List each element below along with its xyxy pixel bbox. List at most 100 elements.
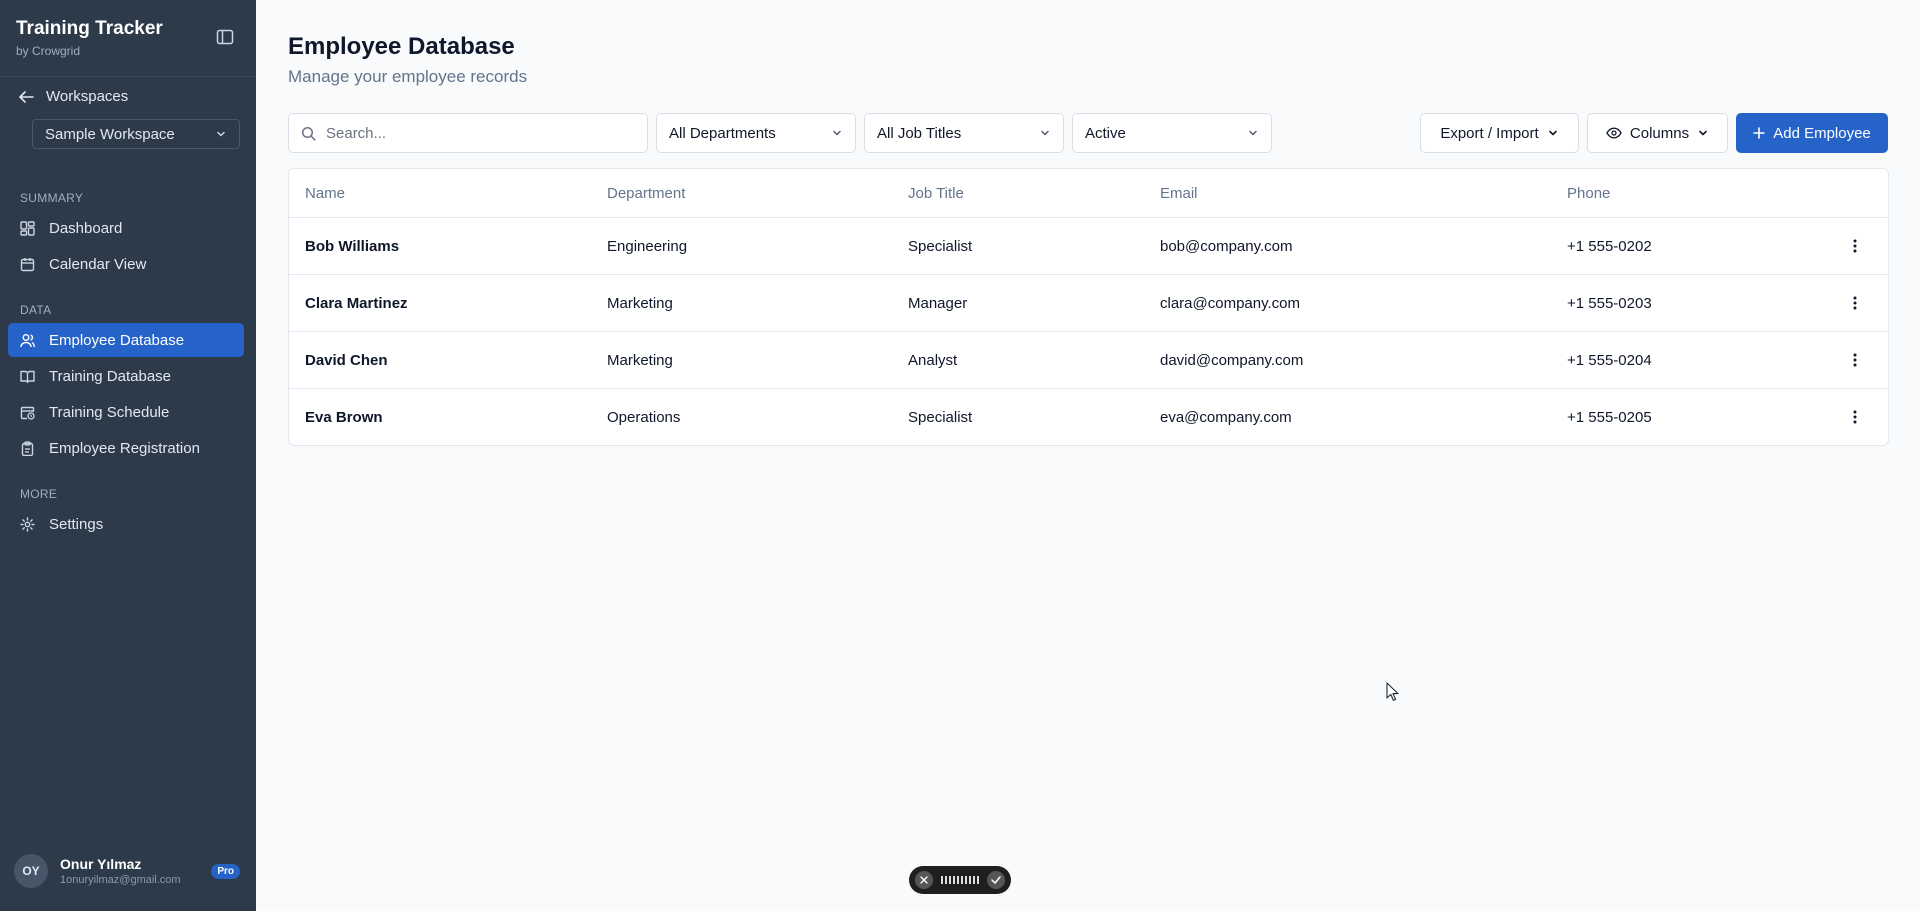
cell-job-title: Specialist (908, 238, 973, 255)
cell-department: Marketing (607, 295, 673, 312)
add-employee-button[interactable]: Add Employee (1736, 113, 1888, 153)
table-row[interactable]: David Chen Marketing Analyst david@compa… (289, 332, 1888, 389)
avatar: OY (14, 854, 48, 888)
chevron-down-icon (1249, 130, 1257, 136)
sidebar-item-dashboard[interactable]: Dashboard (8, 211, 244, 245)
section-label-more: MORE (20, 487, 58, 501)
book-icon (20, 370, 35, 383)
status-filter-value: Active (1085, 124, 1126, 142)
sidebar-item-label: Settings (49, 515, 104, 533)
plan-badge: Pro (211, 864, 240, 879)
sidebar-item-label: Calendar View (49, 255, 147, 273)
status-filter[interactable]: Active (1072, 113, 1272, 153)
eye-icon (1606, 127, 1622, 139)
sidebar-divider (0, 76, 256, 77)
sidebar-item-settings[interactable]: Settings (8, 507, 244, 541)
cell-job-title: Analyst (908, 352, 958, 369)
sidebar-item-calendar-view[interactable]: Calendar View (8, 247, 244, 281)
user-email: 1onuryilmaz@gmail.com (60, 874, 181, 886)
job-title-filter[interactable]: All Job Titles (864, 113, 1064, 153)
columns-button[interactable]: Columns (1587, 113, 1728, 153)
sidebar: Training Tracker by Crowgrid Workspaces … (0, 0, 256, 911)
workspaces-back-link[interactable]: Workspaces (18, 88, 128, 105)
recording-toolbar (909, 866, 1011, 894)
sidebar-item-employee-registration[interactable]: Employee Registration (8, 431, 244, 465)
job-title-filter-value: All Job Titles (877, 124, 962, 142)
more-vertical-icon[interactable] (1845, 293, 1865, 313)
close-icon[interactable] (915, 871, 933, 889)
table-row[interactable]: Eva Brown Operations Specialist eva@comp… (289, 389, 1888, 445)
cell-email: eva@company.com (1160, 409, 1292, 426)
column-header-department[interactable]: Department (607, 185, 685, 202)
cell-phone: +1 555-0203 (1567, 295, 1652, 312)
cell-job-title: Manager (908, 295, 968, 312)
sidebar-item-label: Employee Registration (49, 439, 200, 457)
brand: Training Tracker by Crowgrid (16, 18, 163, 58)
cell-department: Operations (607, 409, 681, 426)
check-icon[interactable] (987, 871, 1005, 889)
workspaces-label: Workspaces (46, 88, 129, 105)
chevron-down-icon (833, 130, 841, 136)
users-icon (20, 333, 35, 347)
app-subtitle: by Crowgrid (16, 44, 81, 58)
page-title: Employee Database (288, 33, 515, 60)
sidebar-item-label: Dashboard (49, 219, 123, 237)
department-filter[interactable]: All Departments (656, 113, 856, 153)
column-header-phone[interactable]: Phone (1567, 185, 1610, 202)
more-vertical-icon[interactable] (1845, 350, 1865, 370)
page-subtitle: Manage your employee records (288, 67, 528, 86)
table-row[interactable]: Bob Williams Engineering Specialist bob@… (289, 218, 1888, 275)
sidebar-item-label: Training Schedule (49, 403, 170, 421)
chevron-down-icon (1699, 130, 1707, 136)
cell-email: david@company.com (1160, 352, 1304, 369)
sidebar-item-label: Training Database (49, 367, 172, 385)
workspace-select-value: Sample Workspace (45, 125, 175, 143)
employee-table: Name Department Job Title Email Phone Bo… (288, 168, 1889, 446)
chevron-down-icon (1548, 130, 1557, 136)
cell-job-title: Specialist (908, 409, 973, 426)
calendar-clock-icon (20, 406, 35, 420)
cell-phone: +1 555-0204 (1567, 352, 1652, 369)
waveform-icon (941, 876, 979, 884)
add-employee-label: Add Employee (1773, 124, 1871, 142)
table-row[interactable]: Clara Martinez Marketing Manager clara@c… (289, 275, 1888, 332)
cell-name: David Chen (305, 352, 388, 369)
chevron-down-icon (217, 131, 225, 137)
sidebar-item-training-schedule[interactable]: Training Schedule (8, 395, 244, 429)
user-name: Onur Yılmaz (60, 856, 142, 872)
workspace-select[interactable]: Sample Workspace (32, 119, 240, 149)
column-header-name[interactable]: Name (305, 185, 345, 202)
more-vertical-icon[interactable] (1845, 407, 1865, 427)
column-header-job-title[interactable]: Job Title (908, 185, 964, 202)
cell-department: Engineering (607, 238, 688, 255)
cell-email: bob@company.com (1160, 238, 1293, 255)
sidebar-toggle-icon[interactable] (216, 28, 238, 48)
cell-name: Bob Williams (305, 238, 400, 255)
sidebar-item-label: Employee Database (49, 331, 185, 349)
columns-label: Columns (1629, 124, 1690, 142)
department-filter-value: All Departments (669, 124, 776, 142)
search-box[interactable] (288, 113, 648, 153)
cell-name: Clara Martinez (305, 295, 408, 312)
column-header-email[interactable]: Email (1160, 185, 1198, 202)
gear-icon (20, 516, 35, 532)
export-import-button[interactable]: Export / Import (1420, 113, 1579, 153)
sidebar-item-employee-database[interactable]: Employee Database (8, 323, 244, 357)
mouse-cursor-icon (1386, 682, 1400, 707)
plus-icon (1753, 127, 1766, 139)
cell-phone: +1 555-0205 (1567, 409, 1652, 426)
table-header: Name Department Job Title Email Phone (289, 169, 1888, 218)
cell-name: Eva Brown (305, 409, 383, 426)
user-card[interactable]: OY Onur Yılmaz 1onuryilmaz@gmail.com Pro (14, 854, 244, 888)
chevron-down-icon (1041, 130, 1049, 136)
arrow-left-icon (19, 90, 34, 103)
section-label-summary: SUMMARY (20, 191, 84, 205)
sidebar-item-training-database[interactable]: Training Database (8, 359, 244, 393)
search-icon (301, 126, 316, 141)
cell-department: Marketing (607, 352, 673, 369)
clipboard-icon (21, 440, 34, 456)
section-label-data: DATA (20, 303, 52, 317)
cell-email: clara@company.com (1160, 295, 1300, 312)
search-input[interactable] (326, 124, 626, 142)
more-vertical-icon[interactable] (1845, 236, 1865, 256)
